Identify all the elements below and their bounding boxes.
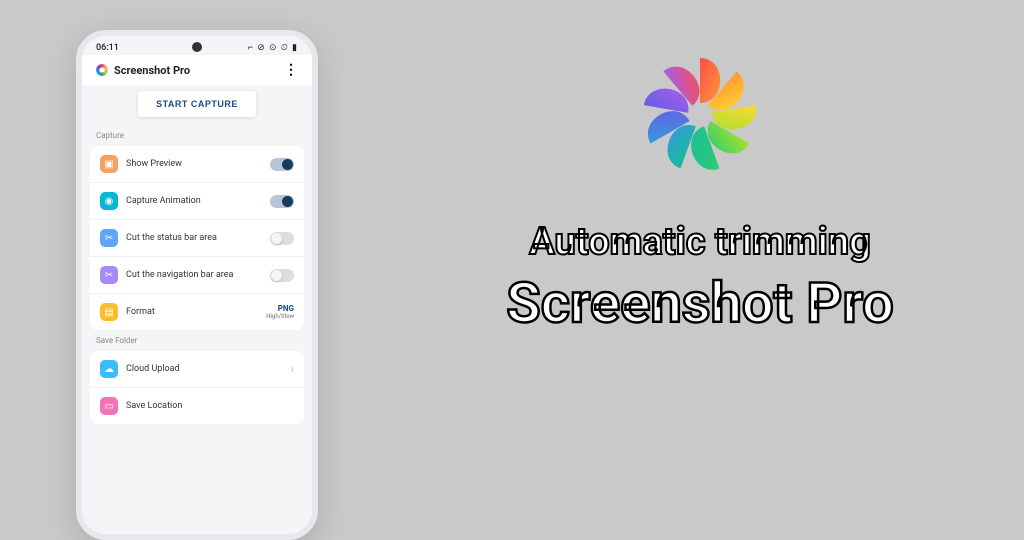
- format-row[interactable]: ▤ Format PNG High/Slow: [90, 294, 304, 330]
- row-label: Format: [126, 307, 258, 317]
- capture-animation-row[interactable]: ◉ Capture Animation: [90, 183, 304, 220]
- statusbar-toggle[interactable]: [270, 232, 294, 245]
- app-logo-icon: [96, 64, 108, 76]
- status-icons: ⌐ ⊘ ⊙ ⏲ ▮: [248, 42, 298, 53]
- row-label: Cloud Upload: [126, 364, 282, 374]
- capture-card: ▣ Show Preview ◉ Capture Animation ✂ Cut…: [90, 146, 304, 330]
- cloud-icon: ☁: [100, 360, 118, 378]
- chevron-right-icon: ›: [290, 362, 294, 376]
- start-capture-button[interactable]: START CAPTURE: [138, 91, 256, 117]
- save-section-label: Save Folder: [82, 332, 312, 349]
- cut-navbar-row[interactable]: ✂ Cut the navigation bar area: [90, 257, 304, 294]
- format-value: PNG: [278, 304, 294, 313]
- save-location-row[interactable]: ▭ Save Location: [90, 388, 304, 424]
- app-title: Screenshot Pro: [114, 64, 190, 77]
- row-label: Cut the status bar area: [126, 233, 262, 243]
- promo-heading-2: Screenshot Pro: [420, 270, 980, 336]
- animation-icon: ◉: [100, 192, 118, 210]
- promo-heading-1: Automatic trimming: [420, 220, 980, 264]
- scissors-icon: ✂: [100, 266, 118, 284]
- scissors-icon: ✂: [100, 229, 118, 247]
- cloud-upload-row[interactable]: ☁ Cloud Upload ›: [90, 351, 304, 388]
- cut-statusbar-row[interactable]: ✂ Cut the status bar area: [90, 220, 304, 257]
- capture-section-label: Capture: [82, 127, 312, 144]
- row-label: Save Location: [126, 401, 294, 411]
- promo-panel: Automatic trimming Screenshot Pro: [420, 40, 980, 336]
- format-icon: ▤: [100, 303, 118, 321]
- row-label: Capture Animation: [126, 196, 262, 206]
- phone-mockup: 06:11 ⌐ ⊘ ⊙ ⏲ ▮ Screenshot Pro ⋮ START C…: [76, 30, 318, 540]
- row-label: Cut the navigation bar area: [126, 270, 262, 280]
- show-preview-row[interactable]: ▣ Show Preview: [90, 146, 304, 183]
- app-logo-large: [625, 40, 775, 190]
- status-time: 06:11: [96, 43, 119, 53]
- save-card: ☁ Cloud Upload › ▭ Save Location: [90, 351, 304, 424]
- menu-icon[interactable]: ⋮: [284, 63, 298, 77]
- preview-icon: ▣: [100, 155, 118, 173]
- format-sub: High/Slow: [266, 313, 294, 320]
- row-label: Show Preview: [126, 159, 262, 169]
- animation-toggle[interactable]: [270, 195, 294, 208]
- navbar-toggle[interactable]: [270, 269, 294, 282]
- app-header: Screenshot Pro ⋮: [82, 55, 312, 85]
- camera-notch: [192, 42, 202, 52]
- preview-toggle[interactable]: [270, 158, 294, 171]
- folder-icon: ▭: [100, 397, 118, 415]
